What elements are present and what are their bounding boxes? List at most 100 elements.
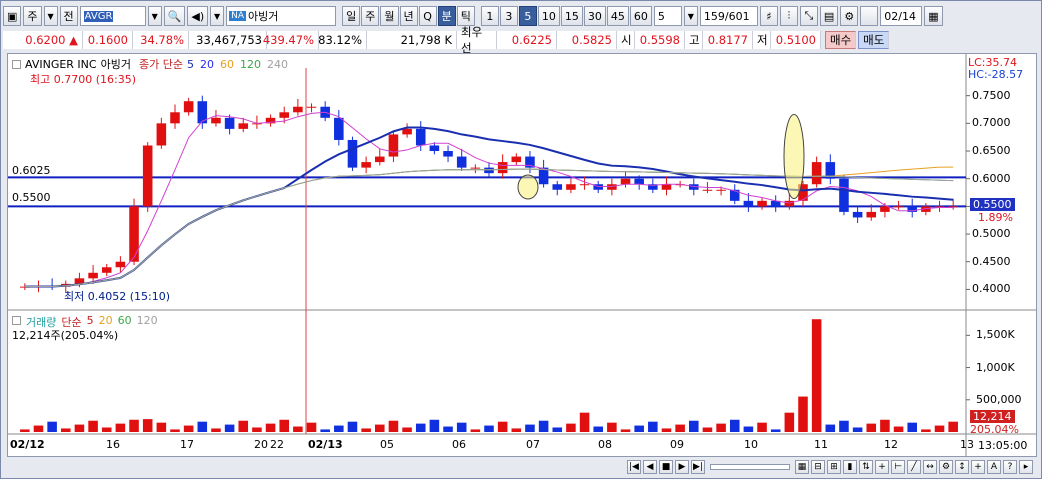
interval-tab[interactable]: 10 bbox=[537, 6, 560, 26]
date-checkbox[interactable] bbox=[860, 6, 879, 26]
interval-input[interactable]: 5 bbox=[653, 6, 682, 26]
low-label: 저 bbox=[753, 31, 771, 49]
draw-tool-icon[interactable]: ⤡ bbox=[799, 6, 818, 26]
stock-name-field[interactable]: NA 아빙거 bbox=[226, 6, 337, 26]
na-badge: NA bbox=[229, 11, 247, 21]
interval-tabs: 1 3 5 10 15 30 45 60 bbox=[480, 6, 652, 26]
open-label: 시 bbox=[617, 31, 635, 49]
volume-bar bbox=[115, 423, 126, 432]
volume-bar bbox=[33, 425, 44, 432]
zoom-out-icon[interactable]: ⊟ bbox=[811, 460, 825, 474]
candle-body bbox=[661, 184, 672, 190]
volume-bar bbox=[101, 427, 112, 432]
grid-icon[interactable]: ▦ bbox=[795, 460, 809, 474]
panel-toggle-icon[interactable] bbox=[12, 59, 21, 69]
scroll-start-icon[interactable]: |◀ bbox=[627, 460, 641, 474]
interval-tab[interactable]: 5 bbox=[518, 6, 537, 26]
period-tab[interactable]: 틱 bbox=[456, 6, 475, 26]
volume-panel-toggle-icon[interactable] bbox=[12, 316, 21, 325]
zoom-in-icon[interactable]: ⊞ bbox=[827, 460, 841, 474]
code-input[interactable]: AVGR bbox=[79, 6, 146, 26]
interval-tab[interactable]: 30 bbox=[583, 6, 606, 26]
interval-tab[interactable]: 15 bbox=[560, 6, 583, 26]
candle-body bbox=[729, 189, 740, 201]
window-split-icon[interactable]: ▤ bbox=[819, 6, 839, 26]
code-dropdown-icon[interactable]: ▼ bbox=[147, 6, 162, 26]
volume-bar bbox=[265, 423, 276, 432]
time-tick-label: 13 bbox=[960, 438, 974, 451]
change-pct: 34.78% bbox=[133, 31, 189, 49]
volume-bar bbox=[839, 420, 849, 432]
volume-bar bbox=[675, 424, 685, 432]
highlight-ellipse bbox=[783, 114, 805, 200]
volume-bar bbox=[456, 422, 467, 432]
chevron-down-icon[interactable]: ▼ bbox=[43, 6, 58, 26]
volume-bar bbox=[784, 412, 795, 432]
candle-body bbox=[156, 123, 167, 146]
line-tool-icon[interactable]: ╱ bbox=[907, 460, 921, 474]
candle-body bbox=[115, 261, 126, 268]
speaker-icon[interactable]: ◀) bbox=[187, 6, 209, 26]
chart-area[interactable]: AVINGER INC 아빙거 종가 단순 5 20 60 120 240 LC:35.… bbox=[7, 53, 1037, 457]
speaker-dropdown-icon[interactable]: ▼ bbox=[210, 6, 225, 26]
period-tab[interactable]: 월 bbox=[380, 6, 399, 26]
candle-body bbox=[839, 178, 849, 212]
volume-bar bbox=[88, 420, 98, 432]
crosshair-icon[interactable]: + bbox=[875, 460, 889, 474]
buy-button[interactable]: 매수 bbox=[825, 31, 857, 49]
volume-bar bbox=[402, 427, 412, 432]
market-select[interactable]: 전 bbox=[59, 6, 78, 26]
chart-canvas[interactable] bbox=[8, 54, 1036, 456]
gear-icon[interactable]: ⚙ bbox=[840, 6, 859, 26]
interval-tab[interactable]: 45 bbox=[606, 6, 629, 26]
font-icon[interactable]: A bbox=[987, 460, 1001, 474]
date-input[interactable]: 02/14 bbox=[880, 6, 923, 26]
period-tab[interactable]: 분 bbox=[437, 6, 456, 26]
compare-icon[interactable]: ⇅ bbox=[859, 460, 873, 474]
calendar-icon[interactable]: ▦ bbox=[924, 6, 943, 26]
hc-label: HC:-28.57 bbox=[968, 68, 1024, 81]
period-tab[interactable]: Q bbox=[418, 6, 437, 26]
next-icon[interactable]: ▶ bbox=[675, 460, 689, 474]
type-select[interactable]: 주 bbox=[23, 6, 42, 26]
volume-bar bbox=[129, 419, 139, 432]
interval-tab[interactable]: 1 bbox=[480, 6, 499, 26]
interval-tab[interactable]: 3 bbox=[499, 6, 518, 26]
prev-icon[interactable]: ◀ bbox=[643, 460, 657, 474]
scale-up-icon[interactable]: ↕ bbox=[955, 460, 969, 474]
candle-body bbox=[142, 145, 153, 207]
sell-button[interactable]: 매도 bbox=[858, 31, 890, 49]
scroll-end-icon[interactable]: ▶| bbox=[691, 460, 705, 474]
ma-line bbox=[24, 166, 954, 288]
ma-legend-item: 240 bbox=[266, 57, 288, 71]
search-icon[interactable]: 🔍 bbox=[163, 6, 186, 26]
candle-body bbox=[429, 145, 440, 152]
count-input[interactable]: 159/601 bbox=[699, 6, 758, 26]
volume-bar bbox=[866, 423, 877, 432]
candle-body bbox=[743, 200, 754, 207]
candle-type-icon[interactable]: ♯ bbox=[759, 6, 778, 26]
zoom-slider[interactable] bbox=[710, 464, 790, 470]
price-tick-label: 0.4500 bbox=[972, 254, 1011, 268]
ma-legend-item: 60 bbox=[219, 57, 234, 71]
amount-value: 21,798 K bbox=[367, 31, 457, 49]
more-icon[interactable]: ▸ bbox=[1019, 460, 1033, 474]
stop-icon[interactable]: ■ bbox=[659, 460, 673, 474]
settings-icon[interactable]: ⚙ bbox=[939, 460, 953, 474]
ruler-icon[interactable]: ⊢ bbox=[891, 460, 905, 474]
indicator-icon[interactable]: ⫶ bbox=[779, 6, 798, 26]
pointer-icon[interactable]: + bbox=[971, 460, 985, 474]
ma-line bbox=[24, 168, 954, 288]
help-icon[interactable]: ? bbox=[1003, 460, 1017, 474]
window-icon[interactable]: ▣ bbox=[3, 6, 22, 26]
candle-icon[interactable]: ▮ bbox=[843, 460, 857, 474]
volume-ma-legend-item: 120 bbox=[136, 314, 158, 327]
volume-bar bbox=[702, 427, 713, 432]
max-annotation: 최고 0.7700 (16:35) bbox=[30, 73, 137, 86]
interval-tab[interactable]: 60 bbox=[629, 6, 652, 26]
period-tab[interactable]: 년 bbox=[399, 6, 418, 26]
interval-dropdown-icon[interactable]: ▼ bbox=[683, 6, 698, 26]
measure-icon[interactable]: ↔ bbox=[923, 460, 937, 474]
period-tab[interactable]: 일 bbox=[342, 6, 361, 26]
period-tab[interactable]: 주 bbox=[361, 6, 380, 26]
